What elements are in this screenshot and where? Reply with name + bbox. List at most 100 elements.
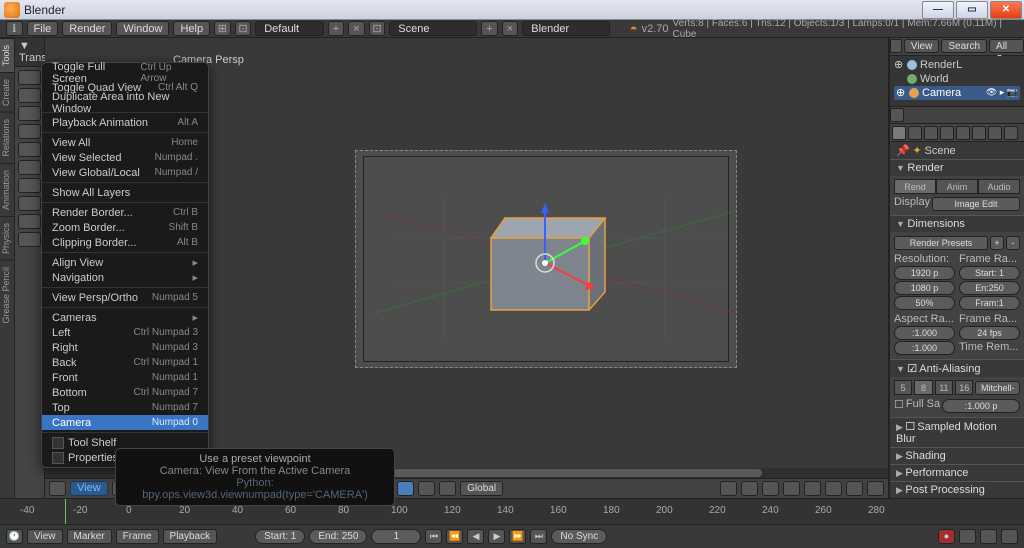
menu-item-zoom-border-[interactable]: Zoom Border...Shift B	[42, 220, 208, 235]
view-menu[interactable]: View	[70, 481, 108, 496]
render-context-icon[interactable]	[892, 126, 906, 140]
tool-button[interactable]	[18, 88, 41, 103]
fullsample-checkbox[interactable]: ☐	[894, 398, 904, 414]
panel-title[interactable]: ☑Anti-Aliasing	[890, 360, 1024, 377]
keyingset-icon[interactable]	[980, 529, 997, 544]
tool-button[interactable]	[18, 124, 41, 139]
tool-button[interactable]	[18, 142, 41, 157]
editor-type-icon[interactable]	[890, 108, 904, 122]
menu-item-bottom[interactable]: BottomCtrl Numpad 7	[42, 385, 208, 400]
menu-item-left[interactable]: LeftCtrl Numpad 3	[42, 325, 208, 340]
scene-add-icon[interactable]: +	[481, 21, 498, 36]
layer-button[interactable]	[783, 481, 800, 496]
panel-title[interactable]: Shading	[890, 448, 1024, 464]
panel-title[interactable]: Performance	[890, 465, 1024, 481]
menu-item-camera[interactable]: CameraNumpad 0	[42, 415, 208, 430]
layout-del-icon[interactable]: ×	[348, 21, 365, 36]
layout-browse-icon[interactable]: ⊡	[235, 21, 252, 36]
panel-title[interactable]: ☐Sampled Motion Blur	[890, 418, 1024, 447]
menu-item-right[interactable]: RightNumpad 3	[42, 340, 208, 355]
outliner-view-menu[interactable]: View	[904, 39, 940, 53]
aa-filter-field[interactable]: Mitchell-	[975, 381, 1020, 395]
menu-item-cameras[interactable]: Cameras	[42, 310, 208, 325]
world-context-icon[interactable]	[940, 126, 954, 140]
rotate-manip-icon[interactable]	[418, 481, 435, 496]
layer-button[interactable]	[720, 481, 737, 496]
autokey-icon[interactable]: ●	[938, 529, 955, 544]
editor-type-icon[interactable]: ℹ	[6, 21, 23, 36]
fps-field[interactable]: 24 fps	[959, 326, 1020, 340]
tab-render[interactable]: Rend	[894, 179, 936, 194]
res-x-field[interactable]: 1920 p	[894, 266, 955, 280]
aa-size-field[interactable]: :1.000 p	[942, 399, 1020, 413]
scene-browse-icon[interactable]: ⊡	[369, 21, 386, 36]
jump-start-icon[interactable]: ⏮	[425, 529, 442, 544]
modifiers-context-icon[interactable]	[988, 126, 1002, 140]
outliner-filter[interactable]: All Sc	[989, 39, 1024, 53]
sync-mode-field[interactable]: No Sync	[551, 529, 607, 544]
layout-prev-icon[interactable]: ⊞	[214, 21, 231, 36]
res-y-field[interactable]: 1080 p	[894, 281, 955, 295]
translate-manip-icon[interactable]	[397, 481, 414, 496]
menu-item-view-selected[interactable]: View SelectedNumpad .	[42, 150, 208, 165]
render-presets[interactable]: Render Presets	[894, 236, 988, 250]
frame-step-field[interactable]: Fram:1	[959, 296, 1020, 310]
menu-item-render-border-[interactable]: Render Border...Ctrl B	[42, 205, 208, 220]
outliner-item-camera[interactable]: ⊕ Camera 👁 ▸ 📷	[894, 86, 1020, 100]
keyingset-icon[interactable]	[959, 529, 976, 544]
menu-item-front[interactable]: FrontNumpad 1	[42, 370, 208, 385]
minimize-button[interactable]: —	[922, 1, 954, 19]
frame-end-field[interactable]: En:250	[959, 281, 1020, 295]
render-anim-icon[interactable]	[867, 481, 884, 496]
panel-title[interactable]: Dimensions	[890, 216, 1024, 232]
close-button[interactable]: ✕	[990, 1, 1022, 19]
editor-type-icon[interactable]	[49, 481, 66, 496]
engine-field[interactable]: Blender Render	[522, 21, 610, 36]
scale-manip-icon[interactable]	[439, 481, 456, 496]
tool-button[interactable]	[18, 160, 41, 175]
outliner-search-menu[interactable]: Search	[941, 39, 987, 53]
menu-item-view-global-local[interactable]: View Global/LocalNumpad /	[42, 165, 208, 180]
keyframe-next-icon[interactable]: ⏩	[509, 529, 526, 544]
aa-5[interactable]: 5	[894, 380, 912, 395]
aa-16[interactable]: 16	[955, 380, 973, 395]
render-preview-icon[interactable]	[846, 481, 863, 496]
pin-icon[interactable]: 📌	[896, 145, 910, 157]
layout-field[interactable]: Default	[255, 21, 323, 36]
tab-anim[interactable]: Anim	[936, 179, 978, 194]
display-field[interactable]: Image Edit	[932, 197, 1020, 211]
data-context-icon[interactable]	[1004, 126, 1018, 140]
timeline-frame-menu[interactable]: Frame	[116, 529, 159, 544]
aspect-x-field[interactable]: :1.000	[894, 326, 955, 340]
menu-window[interactable]: Window	[116, 21, 169, 36]
outliner[interactable]: ⊕ RenderL World ⊕ Camera 👁 ▸ 📷	[890, 56, 1024, 107]
menu-item-back[interactable]: BackCtrl Numpad 1	[42, 355, 208, 370]
scene-field[interactable]: Scene	[389, 21, 477, 36]
menu-item-navigation[interactable]: Navigation	[42, 270, 208, 285]
layer-button[interactable]	[762, 481, 779, 496]
panel-title[interactable]: Render	[890, 160, 1024, 176]
frame-end-field[interactable]: End: 250	[309, 529, 367, 544]
menu-item-top[interactable]: TopNumpad 7	[42, 400, 208, 415]
aa-11[interactable]: 11	[935, 380, 953, 395]
editor-type-icon[interactable]	[890, 39, 902, 53]
menu-item-playback-animation[interactable]: Playback AnimationAlt A	[42, 115, 208, 130]
layer-button[interactable]	[741, 481, 758, 496]
timeline-playback-menu[interactable]: Playback	[163, 529, 218, 544]
tool-button[interactable]	[18, 178, 41, 193]
panel-title[interactable]: Post Processing	[890, 482, 1024, 498]
tab-audio[interactable]: Audio	[978, 179, 1020, 194]
vtab-relations[interactable]: Relations	[0, 112, 14, 163]
menu-render[interactable]: Render	[62, 21, 112, 36]
playhead[interactable]	[65, 499, 66, 524]
constraints-context-icon[interactable]	[972, 126, 986, 140]
play-icon[interactable]: ▶	[488, 529, 505, 544]
tool-button[interactable]	[18, 70, 41, 85]
tool-button[interactable]	[18, 232, 41, 247]
menu-file[interactable]: File	[27, 21, 59, 36]
play-reverse-icon[interactable]: ◀	[467, 529, 484, 544]
jump-end-icon[interactable]: ⏭	[530, 529, 547, 544]
smb-checkbox[interactable]: ☐	[905, 421, 915, 433]
aa-checkbox[interactable]: ☑	[907, 363, 917, 375]
menu-item-align-view[interactable]: Align View	[42, 255, 208, 270]
